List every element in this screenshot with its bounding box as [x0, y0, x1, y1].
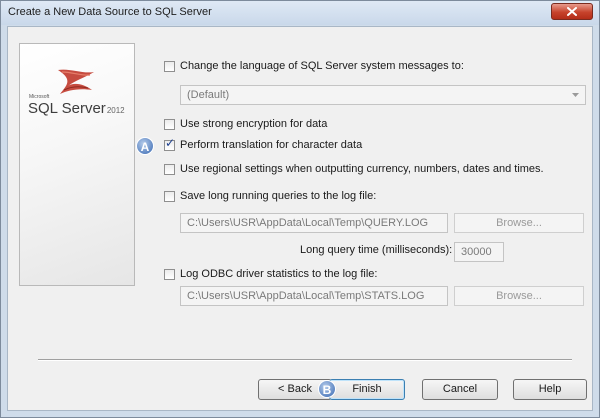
perform-translation-checkbox[interactable]: ✓: [164, 136, 176, 151]
change-language-label: Change the language of SQL Server system…: [180, 60, 464, 72]
finish-button[interactable]: Finish: [329, 379, 405, 400]
strong-encryption-checkbox[interactable]: [164, 119, 175, 130]
language-select[interactable]: (Default): [180, 85, 586, 105]
regional-settings-label: Use regional settings when outputting cu…: [180, 163, 544, 175]
sql-server-logo-icon: [58, 69, 94, 94]
brand-year: 2012: [106, 106, 125, 115]
cancel-button[interactable]: Cancel: [422, 379, 498, 400]
odbc-stats-checkbox[interactable]: [164, 269, 175, 280]
perform-translation-label: Perform translation for character data: [180, 139, 363, 151]
button-separator: [38, 359, 572, 361]
sidebar-branding: Microsoft SQL Server2012: [19, 43, 135, 286]
stats-log-path-field[interactable]: C:\Users\USR\AppData\Local\Temp\STATS.LO…: [180, 286, 448, 306]
strong-encryption-label: Use strong encryption for data: [180, 118, 328, 130]
dialog-window: Create a New Data Source to SQL Server M…: [0, 0, 600, 418]
long-queries-checkbox[interactable]: [164, 191, 175, 202]
odbc-stats-label: Log ODBC driver statistics to the log fi…: [180, 268, 378, 280]
long-query-time-field[interactable]: 30000: [454, 242, 504, 262]
dialog-content: Microsoft SQL Server2012 Change the lang…: [7, 26, 593, 411]
language-select-value: (Default): [187, 89, 230, 101]
brand-name: SQL Server2012: [28, 100, 125, 117]
change-language-checkbox[interactable]: [164, 61, 175, 72]
callout-a: A: [136, 137, 154, 155]
checkmark-icon: ✓: [165, 136, 176, 150]
chevron-down-icon: [572, 93, 579, 97]
long-query-time-label: Long query time (milliseconds):: [300, 244, 453, 256]
stats-browse-button[interactable]: Browse...: [454, 286, 584, 306]
help-button[interactable]: Help: [513, 379, 587, 400]
regional-settings-checkbox[interactable]: [164, 164, 175, 175]
window-title: Create a New Data Source to SQL Server: [8, 6, 212, 18]
close-button[interactable]: [551, 3, 593, 20]
query-log-path-field[interactable]: C:\Users\USR\AppData\Local\Temp\QUERY.LO…: [180, 213, 448, 233]
brand-title: SQL Server: [28, 100, 106, 117]
query-browse-button[interactable]: Browse...: [454, 213, 584, 233]
close-icon: [567, 7, 577, 16]
long-queries-label: Save long running queries to the log fil…: [180, 190, 377, 202]
title-bar: Create a New Data Source to SQL Server: [1, 1, 599, 25]
callout-b: B: [318, 380, 336, 398]
